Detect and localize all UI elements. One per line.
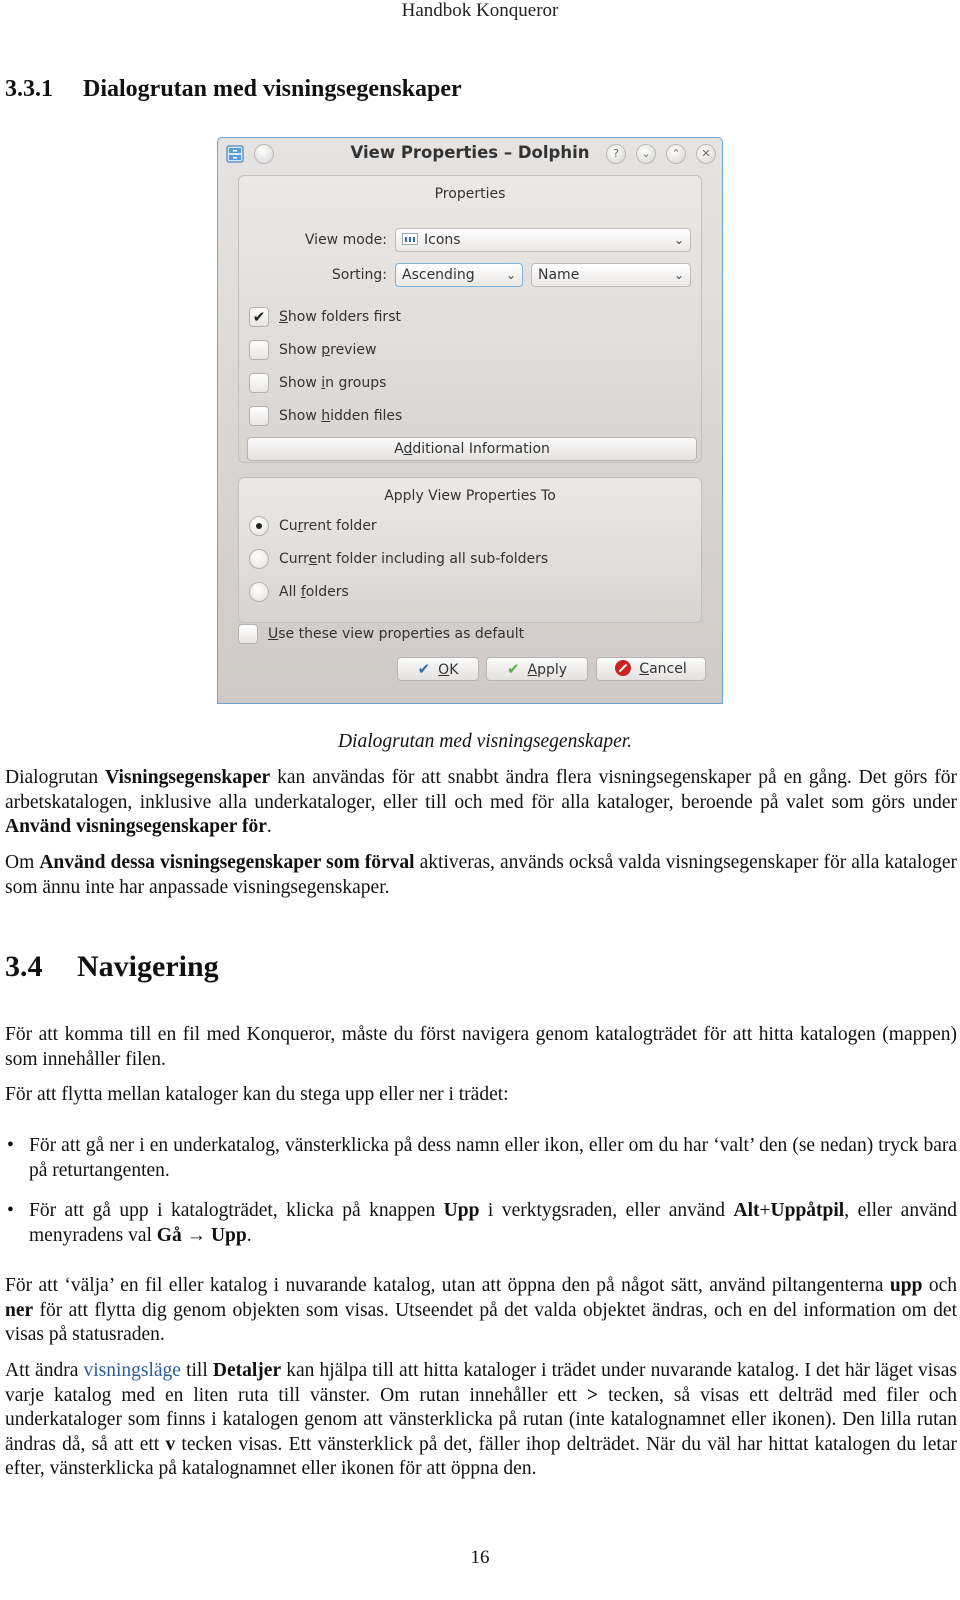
cancel-button[interactable]: Cancel bbox=[596, 657, 706, 681]
bold-term: Upp bbox=[443, 1200, 480, 1221]
apply-view-properties-group: Apply View Properties To Current folder … bbox=[238, 477, 702, 623]
ok-button[interactable]: ✔ OK bbox=[397, 657, 479, 681]
close-button[interactable]: ✕ bbox=[696, 144, 716, 164]
bullet-icon: • bbox=[7, 1135, 14, 1156]
chevron-down-icon: ⌄ bbox=[641, 147, 651, 160]
additional-information-button[interactable]: Additional Information bbox=[247, 437, 697, 461]
inline-link[interactable]: visningsläge bbox=[83, 1360, 181, 1381]
radio-label: All folders bbox=[279, 584, 349, 600]
chevron-down-icon: ⌄ bbox=[673, 268, 684, 282]
checkbox-unchecked[interactable] bbox=[238, 624, 258, 644]
bold-term: ner bbox=[5, 1299, 34, 1321]
list-item-text: För att gå upp i katalogträdet, klicka p… bbox=[29, 1200, 957, 1246]
sorting-label: Sorting: bbox=[331, 267, 387, 283]
bold-term: Uppåtpil bbox=[770, 1200, 845, 1221]
dialog-titlebar: View Properties – Dolphin ? ⌄ ⌃ ✕ bbox=[218, 138, 722, 170]
radio-label: Current folder including all sub-folders bbox=[279, 551, 549, 567]
properties-group-title: Properties bbox=[434, 186, 506, 202]
check-icon: ✔ bbox=[506, 660, 520, 678]
paragraph: Om Använd dessa visningsegenskaper som f… bbox=[5, 852, 957, 898]
apply-group-title: Apply View Properties To bbox=[384, 488, 556, 504]
apply-button[interactable]: ✔ Apply bbox=[486, 657, 588, 681]
page-number: 16 bbox=[470, 1547, 490, 1568]
list-item-text: För att gå ner i en underkatalog, vänste… bbox=[29, 1135, 957, 1181]
bold-term: Använd dessa visningsegenskaper som förv… bbox=[39, 852, 415, 873]
section-heading-3-3-1: 3.3.1 Dialogrutan med visningsegenskaper bbox=[5, 76, 462, 103]
chevron-up-icon: ⌃ bbox=[671, 147, 681, 160]
section-title: Dialogrutan med visningsegenskaper bbox=[83, 76, 462, 102]
bold-term: > bbox=[586, 1384, 599, 1406]
close-icon: ✕ bbox=[701, 147, 711, 160]
view-mode-value: Icons bbox=[424, 232, 461, 248]
checkbox-label: Show preview bbox=[279, 342, 377, 358]
bold-term: Gå bbox=[156, 1224, 182, 1246]
sort-field-value: Name bbox=[538, 267, 580, 283]
icons-view-icon bbox=[402, 233, 418, 245]
bold-term: v bbox=[165, 1433, 176, 1455]
sort-field-select[interactable]: Name ⌄ bbox=[531, 263, 691, 287]
bold-term: upp bbox=[889, 1275, 923, 1296]
checkbox-label: Use these view properties as default bbox=[268, 626, 525, 642]
bullet-icon: • bbox=[7, 1200, 14, 1221]
radio-selected[interactable] bbox=[249, 516, 269, 536]
figure-caption: Dialogrutan med visningsegenskaper. bbox=[337, 731, 633, 752]
paragraph: Att ändra visningsläge till Detaljer kan… bbox=[5, 1360, 957, 1479]
section-heading-3-4: 3.4 Navigering bbox=[5, 950, 219, 984]
view-mode-select[interactable]: Icons ⌄ bbox=[395, 228, 691, 252]
properties-group: Properties View mode: Icons ⌄ Sorting: A… bbox=[238, 175, 702, 463]
paragraph: För att komma till en fil med Konqueror,… bbox=[5, 1024, 957, 1070]
paragraph: För att flytta mellan kataloger kan du s… bbox=[5, 1084, 509, 1105]
radio-label: Current folder bbox=[279, 518, 377, 534]
radio-unselected[interactable] bbox=[249, 549, 269, 569]
check-icon: ✔ bbox=[252, 308, 266, 326]
view-mode-label: View mode: bbox=[304, 232, 387, 248]
checkbox-label: Show hidden files bbox=[279, 408, 403, 424]
bold-term: Använd visningsegenskaper för bbox=[5, 816, 267, 837]
section-title: Navigering bbox=[77, 950, 219, 983]
checkbox-unchecked[interactable] bbox=[249, 340, 269, 360]
bold-term: Visningsegenskaper bbox=[105, 767, 271, 788]
sort-order-value: Ascending bbox=[402, 267, 475, 283]
running-header: Handbok Konqueror bbox=[401, 0, 559, 21]
section-number: 3.4 bbox=[5, 950, 43, 983]
cancel-icon bbox=[615, 660, 632, 676]
minimize-button[interactable]: ⌄ bbox=[636, 144, 656, 164]
checkbox-unchecked[interactable] bbox=[249, 373, 269, 393]
help-button[interactable]: ? bbox=[606, 144, 626, 164]
sort-order-select[interactable]: Ascending ⌄ bbox=[395, 263, 523, 287]
help-icon: ? bbox=[613, 147, 619, 160]
bold-term: Detaljer bbox=[212, 1360, 282, 1381]
chevron-down-icon: ⌄ bbox=[505, 268, 516, 282]
paragraph: För att ‘välja’ en fil eller katalog i n… bbox=[5, 1275, 957, 1345]
checkbox-label: Show folders first bbox=[279, 309, 401, 325]
bold-term: Upp bbox=[210, 1224, 247, 1246]
paragraph: Dialogrutan Visningsegenskaper kan använ… bbox=[5, 767, 958, 837]
checkbox-label: Show in groups bbox=[279, 375, 387, 391]
list-item: • För att gå ner i en underkatalog, vänst… bbox=[5, 1134, 957, 1183]
section-number: 3.3.1 bbox=[5, 76, 53, 102]
checkbox-checked[interactable]: ✔ bbox=[249, 307, 269, 327]
check-icon: ✔ bbox=[417, 660, 431, 678]
bullet-list: • För att gå ner i en underkatalog, vänst… bbox=[5, 1134, 957, 1264]
maximize-button[interactable]: ⌃ bbox=[666, 144, 686, 164]
list-item: • För att gå upp i katalogträdet, klicka … bbox=[5, 1199, 957, 1248]
radio-unselected[interactable] bbox=[249, 582, 269, 602]
checkbox-unchecked[interactable] bbox=[249, 406, 269, 426]
bold-term: Alt bbox=[733, 1200, 760, 1221]
view-properties-dialog: View Properties – Dolphin ? ⌄ ⌃ ✕ Proper… bbox=[217, 137, 723, 704]
chevron-down-icon: ⌄ bbox=[673, 233, 684, 247]
